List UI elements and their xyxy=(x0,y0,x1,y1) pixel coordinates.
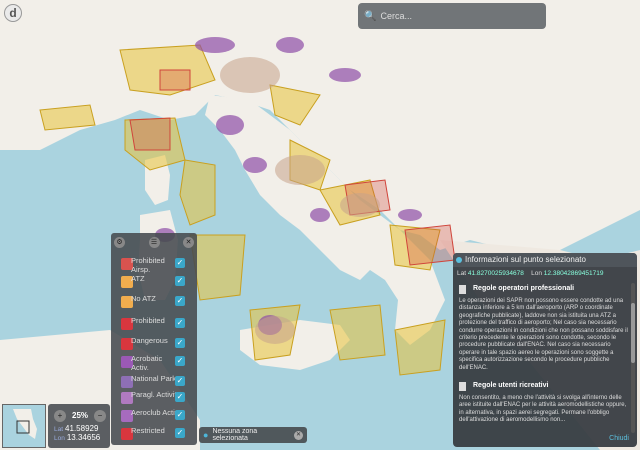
legend-checkbox[interactable]: ✓ xyxy=(175,392,185,402)
section-recreational: Regole utenti ricreativi Non consentito,… xyxy=(459,382,627,424)
lon-value: 13.34656 xyxy=(66,433,101,442)
panel-title: Informazioni sul punto selezionato xyxy=(453,253,637,267)
legend-checkbox[interactable]: ✓ xyxy=(175,356,185,366)
zone-purple-4[interactable] xyxy=(216,115,244,135)
layers-icon[interactable]: ☰ xyxy=(148,236,160,248)
panel-coordinates: Lat 41.8270025934678 Lon 12.380428694517… xyxy=(457,270,604,277)
zone-purple-8[interactable] xyxy=(310,208,330,222)
zone-brown-3[interactable] xyxy=(340,193,380,217)
zone-red-3[interactable] xyxy=(404,224,456,266)
legend-checkbox[interactable]: ✓ xyxy=(175,296,185,306)
legend-checkbox[interactable]: ✓ xyxy=(175,276,185,286)
close-button[interactable]: Chiudi xyxy=(609,435,629,442)
section-professional: Regole operatori professionali Le operaz… xyxy=(459,285,628,371)
zone-yellow-5[interactable] xyxy=(189,234,246,301)
legend-item-atz[interactable]: ATZ ✓ xyxy=(111,273,197,293)
legend-item-restricted[interactable]: Restricted ✓ xyxy=(111,425,197,445)
info-icon xyxy=(456,257,462,263)
panel-scrollbar[interactable] xyxy=(631,283,635,433)
clear-icon[interactable]: ✕ xyxy=(294,430,303,440)
zoom-out-button[interactable]: − xyxy=(94,410,106,422)
app-logo[interactable]: d xyxy=(4,4,22,22)
zone-yellow-10[interactable] xyxy=(329,304,386,361)
legend-checkbox[interactable]: ✓ xyxy=(175,338,185,348)
cursor-coordinates: Lat 41.58929 Lon 13.34656 xyxy=(54,424,101,442)
legend-item-prohibited[interactable]: Prohibited ✓ xyxy=(111,315,197,335)
scroll-thumb[interactable] xyxy=(631,303,635,363)
zone-brown-1[interactable] xyxy=(220,57,280,93)
legend-panel: ⚙ ☰ ✕ Prohibited Airsp. ✓ ATZ ✓ No ATZ ✓ Pr… xyxy=(111,233,197,445)
zone-brown-2[interactable] xyxy=(275,155,325,185)
legend-item-acrobatic[interactable]: Acrobatic Activ. ✓ xyxy=(111,353,197,373)
legend-checkbox[interactable]: ✓ xyxy=(175,258,185,268)
zoom-level: 25% xyxy=(72,411,89,420)
zone-yellow-11[interactable] xyxy=(394,319,446,376)
legend-checkbox[interactable]: ✓ xyxy=(175,318,185,328)
point-info-panel: Informazioni sul punto selezionato Lat 4… xyxy=(453,253,637,447)
zone-red-4[interactable] xyxy=(159,69,191,91)
selected-zone-bar[interactable]: ● Nessuna zona selezionata ✕ xyxy=(199,427,307,443)
location-pin-icon: ● xyxy=(203,430,209,440)
zone-brown-4[interactable] xyxy=(255,316,295,344)
selected-zone-text: Nessuna zona selezionata xyxy=(212,428,258,442)
zone-purple-3[interactable] xyxy=(329,68,361,82)
legend-item-paragl[interactable]: Paragl. Activity ✓ xyxy=(111,389,197,409)
settings-icon[interactable]: ⚙ xyxy=(114,236,125,248)
legend-checkbox[interactable]: ✓ xyxy=(175,410,185,420)
search-input[interactable]: Cerca... xyxy=(380,11,412,21)
lat-value: 41.58929 xyxy=(65,424,99,433)
legend-header: ⚙ ☰ ✕ xyxy=(111,233,197,251)
minimap-italy xyxy=(13,409,37,439)
minimap[interactable] xyxy=(2,404,46,448)
zone-purple-5[interactable] xyxy=(243,157,267,173)
zone-purple-9[interactable] xyxy=(398,209,422,221)
zone-yellow-12[interactable] xyxy=(39,104,96,131)
zone-purple-1[interactable] xyxy=(195,37,235,53)
legend-checkbox[interactable]: ✓ xyxy=(175,428,185,438)
close-icon[interactable]: ✕ xyxy=(183,236,194,248)
legend-item-prohibited-airsp[interactable]: Prohibited Airsp. ✓ xyxy=(111,255,197,275)
legend-item-no-atz[interactable]: No ATZ ✓ xyxy=(111,293,197,313)
zoom-in-button[interactable]: + xyxy=(54,410,66,422)
zone-red-1[interactable] xyxy=(129,117,171,151)
legend-item-dangerous[interactable]: Dangerous ✓ xyxy=(111,335,197,355)
zone-purple-2[interactable] xyxy=(276,37,304,53)
document-icon xyxy=(459,285,466,294)
document-icon xyxy=(459,382,466,391)
search-bar[interactable]: 🔍 Cerca... xyxy=(358,3,546,29)
legend-checkbox[interactable]: ✓ xyxy=(175,376,185,386)
legend-item-aeroclub[interactable]: Aeroclub Activ. ✓ xyxy=(111,407,197,427)
search-icon: 🔍 xyxy=(364,10,377,22)
